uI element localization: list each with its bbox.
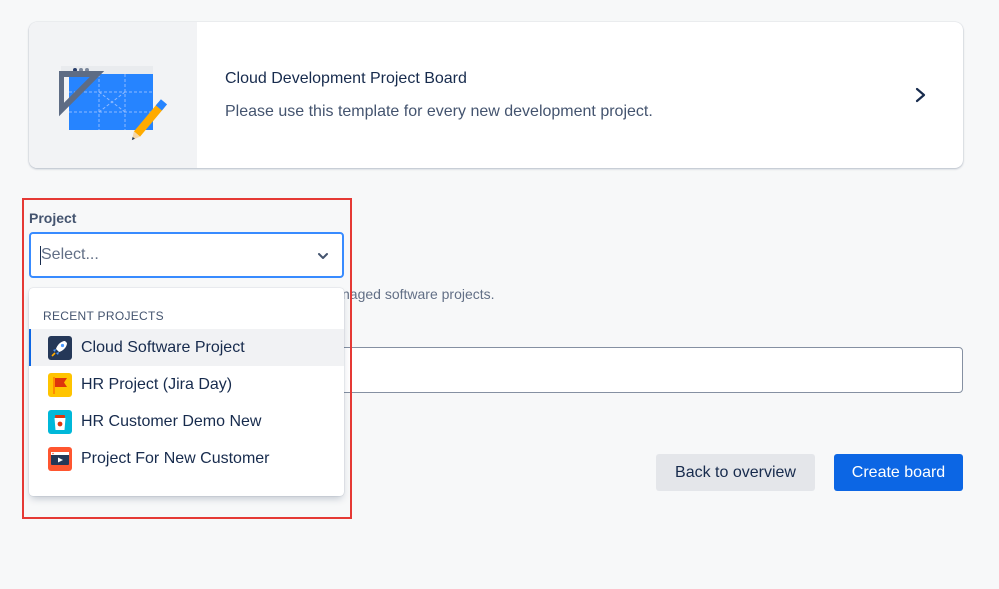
project-select-placeholder: Select... [41, 246, 99, 263]
project-dropdown-menu: RECENT PROJECTS Cloud Software Project H… [29, 288, 344, 496]
menu-item-cloud-software-project[interactable]: Cloud Software Project [29, 329, 344, 366]
menu-item-label: Cloud Software Project [81, 338, 245, 356]
menu-item-label: HR Customer Demo New [81, 412, 262, 430]
chevron-right-icon[interactable] [913, 86, 929, 104]
menu-item-hr-customer-demo[interactable]: HR Customer Demo New [29, 403, 344, 440]
project-select[interactable]: Select... [29, 232, 344, 278]
back-to-overview-button[interactable]: Back to overview [656, 454, 815, 491]
template-description: Please use this template for every new d… [225, 103, 653, 120]
blueprint-pencil-icon [59, 66, 168, 141]
menu-item-project-for-new-customer[interactable]: Project For New Customer [29, 440, 344, 477]
chevron-down-icon[interactable] [316, 249, 330, 263]
template-title: Cloud Development Project Board [225, 70, 467, 87]
menu-group-heading: RECENT PROJECTS [43, 309, 164, 323]
flag-icon [48, 372, 72, 397]
menu-item-label: Project For New Customer [81, 449, 270, 467]
project-field-label: Project [29, 210, 77, 226]
coffee-cup-icon [48, 409, 72, 434]
menu-item-label: HR Project (Jira Day) [81, 375, 233, 393]
template-card[interactable]: Cloud Development Project Board Please u… [29, 22, 963, 168]
menu-item-hr-project[interactable]: HR Project (Jira Day) [29, 366, 344, 403]
rocket-icon [48, 335, 72, 360]
presentation-icon [48, 446, 72, 471]
template-thumbnail [29, 22, 197, 168]
create-board-button[interactable]: Create board [834, 454, 963, 491]
